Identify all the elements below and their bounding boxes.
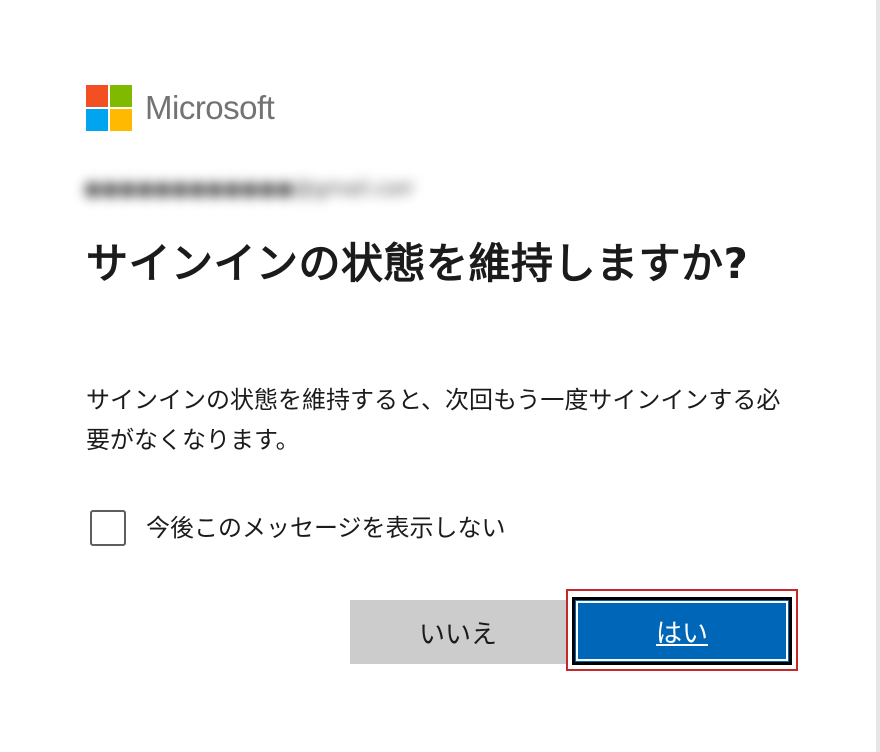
logo-square-red xyxy=(86,85,108,107)
logo-square-green xyxy=(110,85,132,107)
yes-button[interactable]: はい xyxy=(572,597,792,665)
dont-show-again-row[interactable]: 今後このメッセージを表示しない xyxy=(90,510,506,546)
dont-show-again-label[interactable]: 今後このメッセージを表示しない xyxy=(146,510,506,546)
dont-show-again-checkbox[interactable] xyxy=(90,510,126,546)
account-email: ●●●●●●●●●●●●@gmail.com xyxy=(84,176,414,200)
page-title: サインインの状態を維持しますか? xyxy=(86,239,749,288)
signin-card: Microsoft ●●●●●●●●●●●●@gmail.com サインインの状… xyxy=(0,0,880,752)
microsoft-logo-icon xyxy=(86,85,132,131)
logo-text: Microsoft xyxy=(145,89,275,126)
logo-square-yellow xyxy=(110,109,132,131)
description-text: サインインの状態を維持すると、次回もう一度サインインする必要がなくなります。 xyxy=(86,386,781,454)
no-button[interactable]: いいえ xyxy=(350,600,566,664)
logo-square-blue xyxy=(86,109,108,131)
microsoft-logo: Microsoft xyxy=(86,85,275,131)
